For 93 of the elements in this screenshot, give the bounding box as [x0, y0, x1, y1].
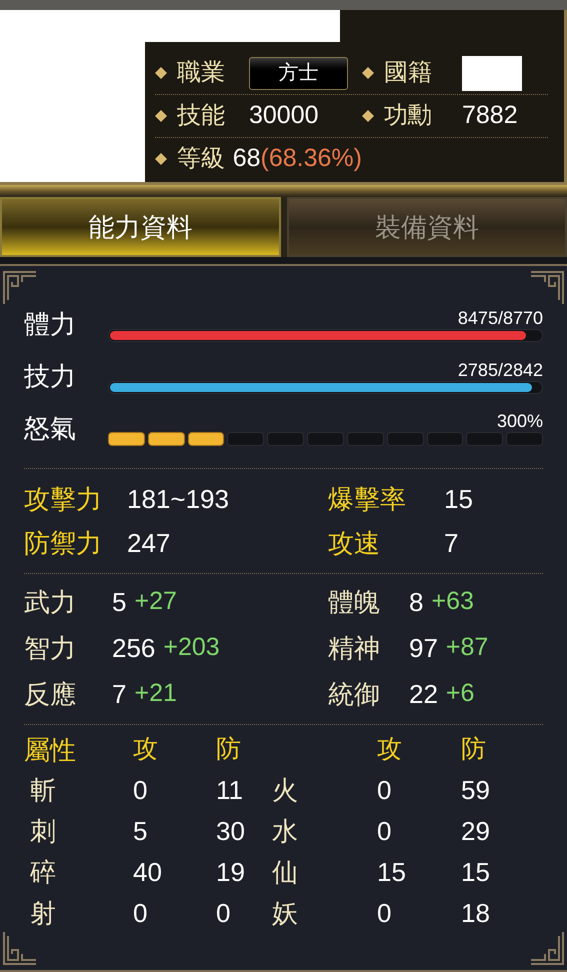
attribute-value: 256 [112, 632, 156, 664]
table-cell-text: 15 [377, 856, 407, 889]
table-cell-text: 刺 [29, 815, 57, 848]
gauge-segment [466, 432, 504, 446]
field-label: 職業 [177, 58, 226, 88]
gauge-reading: 2785/2842 [458, 359, 543, 381]
diamond-icon [362, 110, 374, 122]
diamond-icon [362, 67, 374, 79]
gauge-segment [346, 432, 384, 446]
table-cell-text: 15 [461, 856, 491, 889]
gauge-segment [386, 432, 424, 446]
table-cell-text: 29 [461, 815, 491, 848]
attribute-value: 5 [112, 586, 126, 618]
table-cell-text: 射 [29, 897, 57, 930]
gauge-reading: 300% [496, 410, 543, 432]
diamond-icon [155, 110, 167, 122]
table-cell-text: 碎 [29, 856, 57, 889]
attribute-value: 8 [409, 586, 424, 618]
column-header: 攻 [133, 734, 159, 765]
table-cell-text: 水 [272, 815, 299, 848]
diamond-icon [155, 67, 167, 79]
table-cell-text: 斬 [29, 774, 57, 807]
table-cell-text: 0 [377, 774, 392, 807]
attribute-label: 精神 [328, 632, 381, 664]
table-cell-text: 0 [377, 815, 392, 848]
table-cell-text: 0 [133, 897, 148, 930]
table-cell-text: 0 [216, 897, 232, 930]
attribute-bonus: +203 [163, 632, 220, 664]
attribute-bonus: +27 [134, 586, 177, 618]
gauge-label: 體力 [24, 308, 77, 341]
redaction-block [462, 56, 522, 90]
gauge-label: 技力 [24, 360, 77, 393]
table-cell-text: 0 [377, 897, 392, 930]
table-cell-text: 30 [216, 815, 246, 848]
table-cell-text: 5 [133, 815, 148, 848]
table-cell-text: 19 [216, 856, 246, 889]
gauge-segment [506, 432, 543, 446]
field-label: 功勳 [384, 101, 433, 131]
field-label: 等級 [177, 144, 226, 174]
diamond-icon [155, 153, 167, 165]
gauge-segment [227, 432, 264, 446]
attribute-label: 統御 [328, 678, 381, 710]
attribute-bonus: +6 [446, 678, 474, 710]
fret-corner-icon [2, 270, 38, 306]
profession-badge: 方士 [249, 56, 348, 90]
attribute-bonus: +87 [446, 632, 488, 664]
column-header: 攻 [377, 734, 403, 765]
table-cell-text: 仙 [272, 856, 299, 889]
stat-value: 181~193 [127, 482, 229, 516]
gauge-segment-filled [188, 432, 224, 446]
field-label: 技能 [177, 101, 226, 131]
gauge-segment-filled [148, 432, 185, 446]
attribute-value: 97 [409, 632, 438, 664]
gauge-segment [426, 432, 464, 446]
attribute-value: 7 [112, 678, 126, 710]
stat-label: 攻擊力 [24, 482, 103, 516]
gauge-reading: 8475/8770 [458, 307, 543, 329]
field-value: 7882 [462, 100, 518, 132]
fret-corner-icon [529, 270, 565, 306]
fret-corner-icon [529, 930, 565, 966]
tab[interactable]: 裝備資料 [286, 197, 567, 257]
table-cell-text: 18 [461, 897, 491, 930]
stat-value: 7 [444, 526, 458, 560]
gauge-segment [267, 432, 304, 446]
table-cell-text: 40 [133, 856, 163, 889]
attribute-label: 武力 [24, 586, 77, 618]
table-cell-text: 火 [272, 774, 299, 807]
field-label: 國籍 [384, 58, 433, 88]
table-cell-text: 59 [461, 774, 491, 807]
attribute-value: 22 [409, 678, 438, 710]
stat-label: 爆擊率 [328, 482, 407, 516]
column-header: 屬性 [24, 734, 77, 767]
table-cell-text: 0 [133, 774, 148, 807]
field-value: 30000 [249, 100, 319, 132]
stat-label: 防禦力 [24, 526, 103, 560]
gauge-segment [307, 432, 344, 446]
column-header: 防 [216, 734, 242, 765]
gauge-label: 怒氣 [24, 412, 77, 445]
attribute-label: 反應 [24, 678, 77, 710]
field-value: 68(68.36%) [232, 143, 362, 174]
stat-value: 15 [444, 482, 473, 516]
table-cell-text: 妖 [272, 897, 299, 930]
gauge-segment-filled [108, 432, 145, 446]
attribute-label: 智力 [24, 632, 77, 664]
stat-value: 247 [127, 526, 170, 560]
column-header: 防 [461, 734, 487, 765]
fret-corner-icon [2, 930, 38, 966]
stat-label: 攻速 [328, 526, 381, 560]
tab[interactable]: 能力資料 [0, 197, 280, 257]
table-cell-text: 11 [216, 774, 244, 807]
attribute-bonus: +63 [431, 586, 474, 618]
attribute-label: 體魄 [328, 586, 381, 618]
attribute-bonus: +21 [134, 678, 177, 710]
